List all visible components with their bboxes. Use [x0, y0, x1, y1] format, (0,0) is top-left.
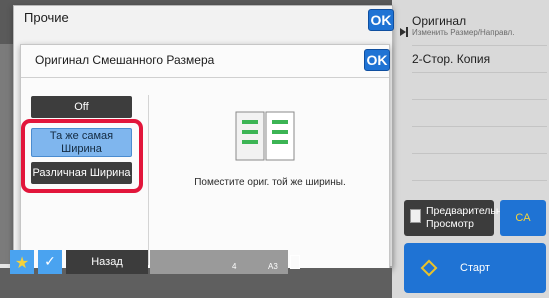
checkmark-icon[interactable]: ✓	[38, 250, 62, 274]
selection-highlight-frame	[21, 119, 143, 193]
instruction-text: Поместите ориг. той же ширины.	[194, 177, 346, 188]
empty-slot	[412, 154, 547, 181]
option-off-button[interactable]: Off	[31, 96, 132, 118]
original-setting-item[interactable]: Оригинал Изменить Размер/Направл.	[412, 8, 547, 46]
duplex-copy-label: 2-Стор. Копия	[412, 52, 491, 66]
favorite-star-icon[interactable]: ★	[10, 250, 34, 274]
empty-slot	[412, 100, 547, 127]
tray-number: 4	[232, 262, 237, 271]
empty-slot	[412, 127, 547, 154]
original-title: Оригинал	[412, 14, 467, 28]
empty-slot	[412, 73, 547, 100]
title-divider	[21, 77, 389, 78]
paper-size: A3	[268, 262, 278, 271]
mixed-size-title: Оригинал Смешанного Размера	[35, 53, 215, 67]
inner-ok-button[interactable]: OK	[364, 49, 390, 71]
original-subtitle: Изменить Размер/Направл.	[412, 28, 515, 37]
back-button[interactable]: Назад	[66, 250, 148, 274]
document-same-width-icon	[235, 111, 295, 161]
outer-ok-button[interactable]: OK	[368, 9, 394, 31]
preview-document-icon	[410, 209, 421, 223]
options-divider	[148, 95, 149, 265]
panel-toggle-bar-icon	[406, 27, 408, 37]
clear-all-button[interactable]: CA	[500, 200, 546, 236]
paper-tray-icon	[290, 255, 300, 269]
duplex-copy-item[interactable]: 2-Стор. Копия	[412, 46, 547, 73]
other-settings-title: Прочие	[24, 10, 69, 25]
